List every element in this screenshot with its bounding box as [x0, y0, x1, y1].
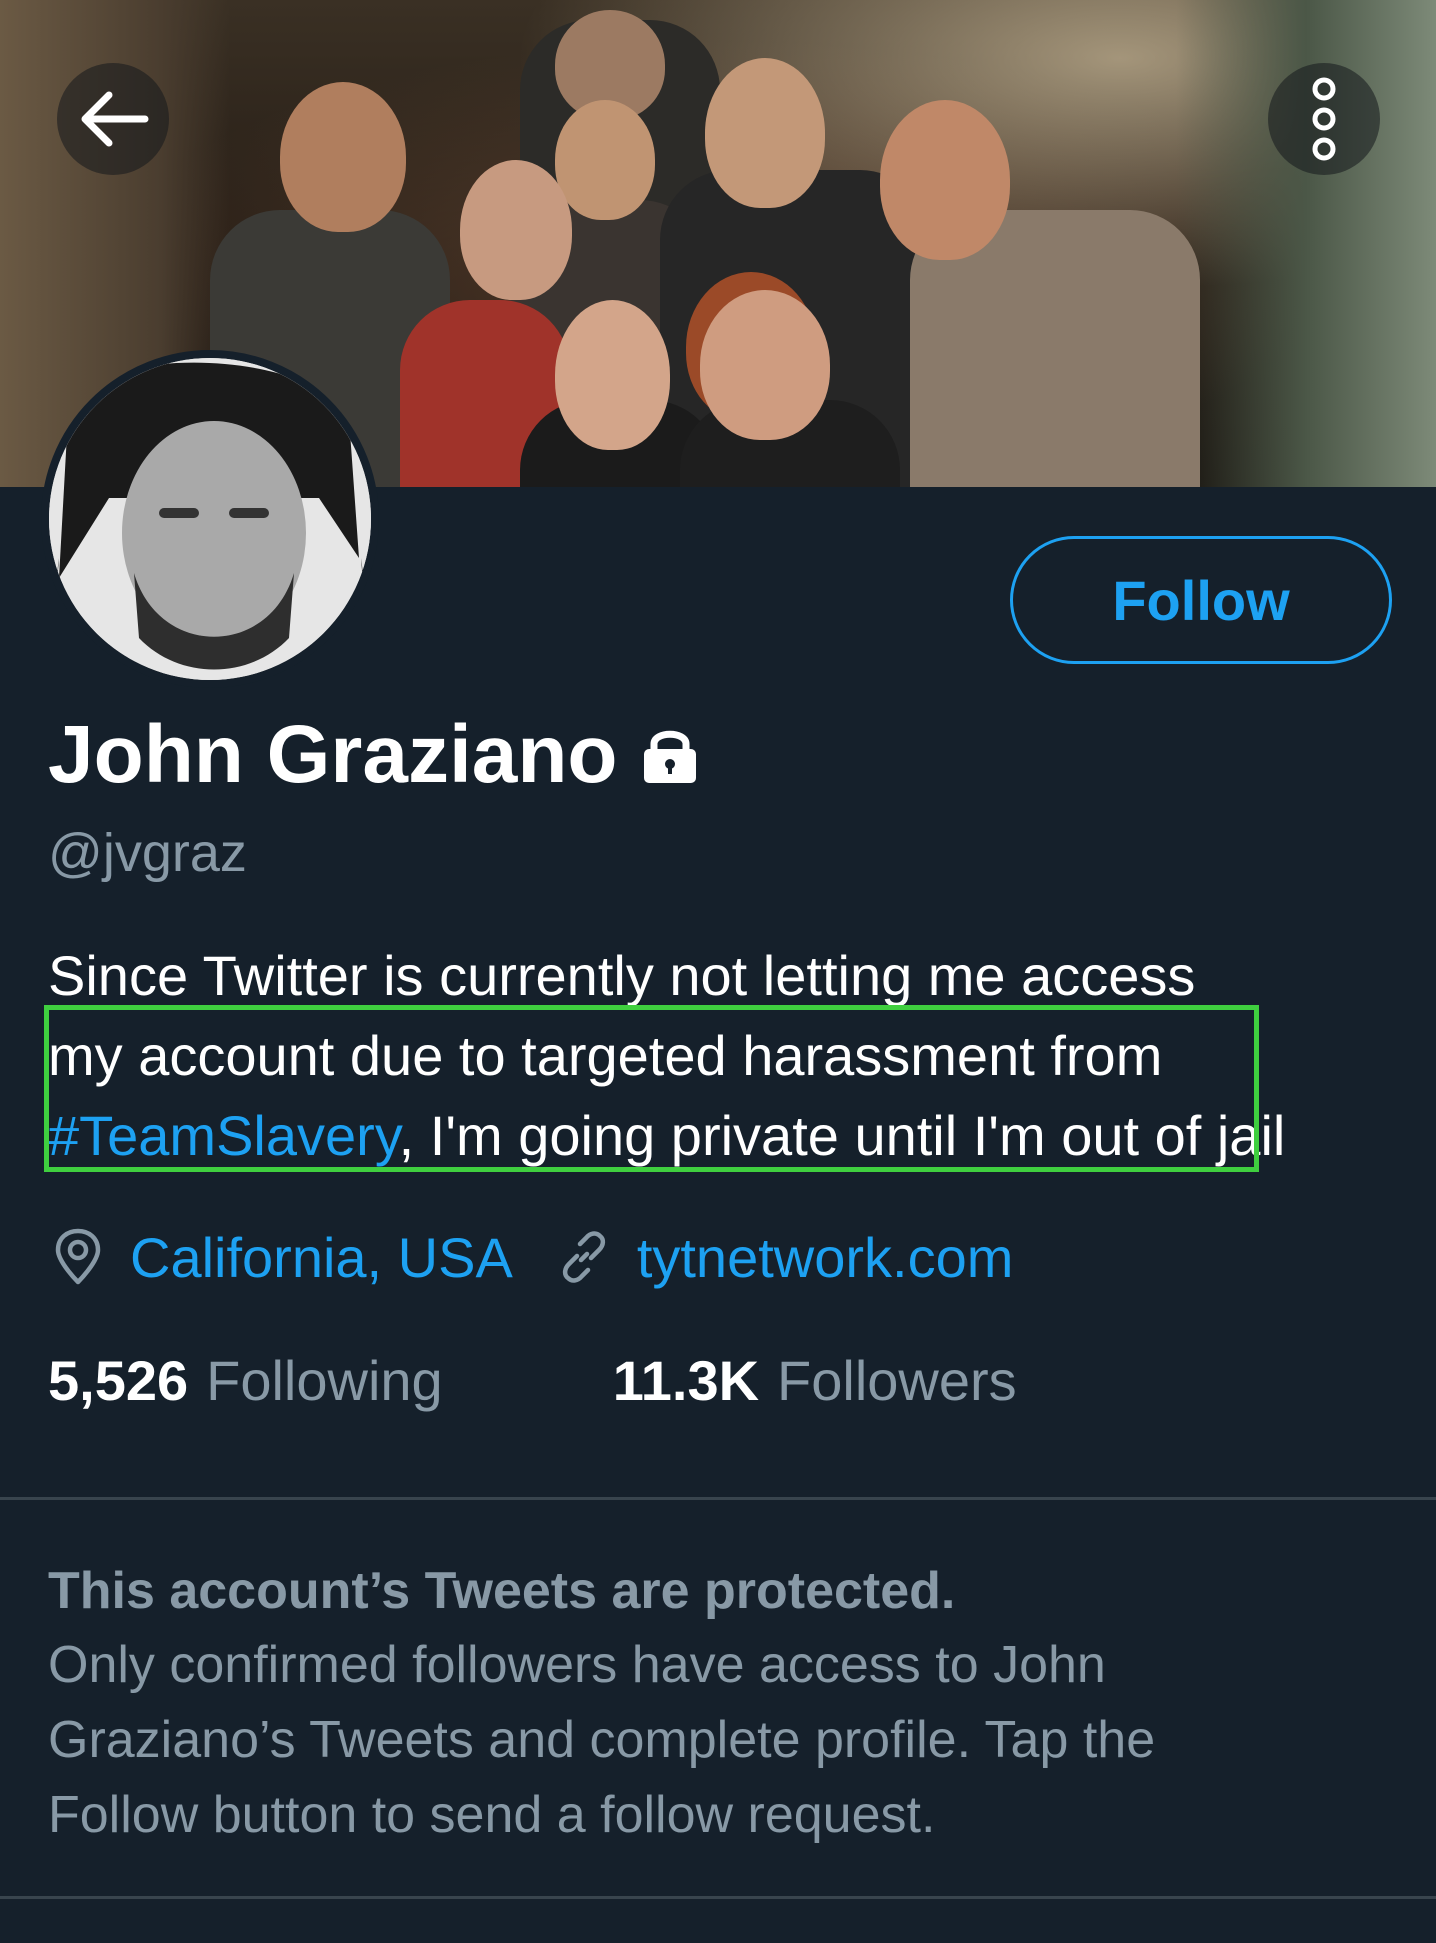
link-icon [562, 1231, 605, 1283]
avatar-portrait [49, 358, 371, 680]
vertical-ellipsis-icon [1312, 77, 1336, 161]
protected-notice-line: Graziano’s Tweets and complete profile. … [48, 1711, 1156, 1769]
arrow-left-icon [81, 91, 149, 147]
display-name: John Graziano [48, 702, 700, 808]
protected-notice-body: Only confirmed followers have access to … [48, 1628, 1348, 1853]
website-item[interactable]: tytnetwork.com [557, 1225, 1014, 1290]
follow-button[interactable]: Follow [1010, 536, 1392, 664]
following-stat[interactable]: 5,526 Following [48, 1348, 443, 1413]
followers-label: Followers [777, 1348, 1017, 1412]
protected-notice-title: This account’s Tweets are protected. [48, 1562, 956, 1620]
more-options-button[interactable] [1268, 63, 1380, 175]
protected-notice-line: Only confirmed followers have access to … [48, 1636, 1106, 1694]
protected-notice-line: Follow button to send a follow request. [48, 1786, 936, 1844]
followers-stat[interactable]: 11.3K Followers [613, 1348, 1017, 1413]
location-pin-icon [55, 1228, 101, 1285]
bio-line: #TeamSlavery, I'm going private until I'… [48, 1096, 1418, 1176]
location-item: California, USA [52, 1225, 513, 1290]
bio-line-text: , I'm going private until I'm out of jai… [398, 1104, 1286, 1167]
followers-count: 11.3K [612, 1348, 760, 1412]
website-link[interactable]: tytnetwork.com [637, 1225, 1014, 1290]
profile-stats: 5,526 Following 11.3K Followers [48, 1345, 1017, 1415]
user-handle: @jvgraz [48, 823, 247, 883]
display-name-text: John Graziano [48, 709, 618, 800]
bio-line: Since Twitter is currently not letting m… [48, 944, 1196, 1007]
lock-icon [640, 708, 700, 808]
divider [0, 1497, 1436, 1500]
following-count: 5,526 [48, 1348, 189, 1412]
bio-line: my account due to targeted harassment fr… [48, 1024, 1163, 1087]
profile-meta: California, USA tytnetwork.com [52, 1222, 1057, 1292]
location-text: California, USA [130, 1225, 513, 1289]
hashtag-link[interactable]: #TeamSlavery [48, 1104, 399, 1167]
profile-bio: Since Twitter is currently not letting m… [48, 936, 1418, 1176]
divider [0, 1896, 1436, 1899]
back-button[interactable] [57, 63, 169, 175]
avatar[interactable] [41, 350, 379, 688]
following-label: Following [206, 1348, 443, 1412]
